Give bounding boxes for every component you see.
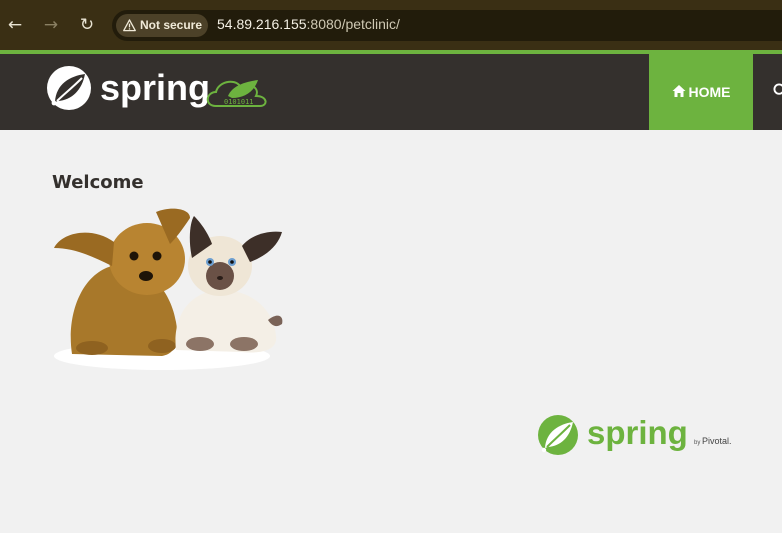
browser-toolbar: ← → ↻ Not secure 54.89.216.155:8080/petc…	[0, 0, 782, 50]
spring-logo[interactable]: spring 0101011	[46, 64, 286, 120]
nav-home[interactable]: HOME	[649, 54, 753, 130]
warning-icon	[123, 19, 136, 32]
page-title: Welcome	[52, 172, 144, 193]
reload-icon: ↻	[79, 15, 95, 35]
logo-text: spring	[100, 67, 210, 108]
footer-by-text: by	[694, 440, 700, 446]
security-chip[interactable]: Not secure	[116, 14, 208, 37]
forward-button[interactable]: →	[40, 14, 62, 36]
arrow-left-icon: ←	[7, 15, 23, 35]
nav-home-label: HOME	[688, 84, 731, 100]
reload-button[interactable]: ↻	[76, 14, 98, 36]
home-icon	[672, 85, 685, 97]
search-icon	[773, 83, 782, 95]
security-label: Not secure	[140, 18, 203, 32]
footer-logo-text: spring	[587, 414, 688, 451]
footer-pivotal-text: Pivotal.	[702, 436, 732, 446]
back-button[interactable]: ←	[4, 14, 26, 36]
url-path: :8080/petclinic/	[306, 16, 400, 32]
app-header: spring 0101011 HOME	[0, 54, 782, 130]
arrow-right-icon: →	[43, 15, 59, 35]
nav-find-owners[interactable]	[769, 54, 782, 130]
address-bar[interactable]	[112, 10, 782, 41]
pets-image	[54, 208, 283, 370]
url-text[interactable]: 54.89.216.155:8080/petclinic/	[217, 16, 400, 32]
url-host: 54.89.216.155	[217, 16, 307, 32]
spring-by-pivotal-logo: spring by Pivotal.	[538, 414, 732, 455]
logo-badge-digits: 0101011	[224, 98, 254, 106]
